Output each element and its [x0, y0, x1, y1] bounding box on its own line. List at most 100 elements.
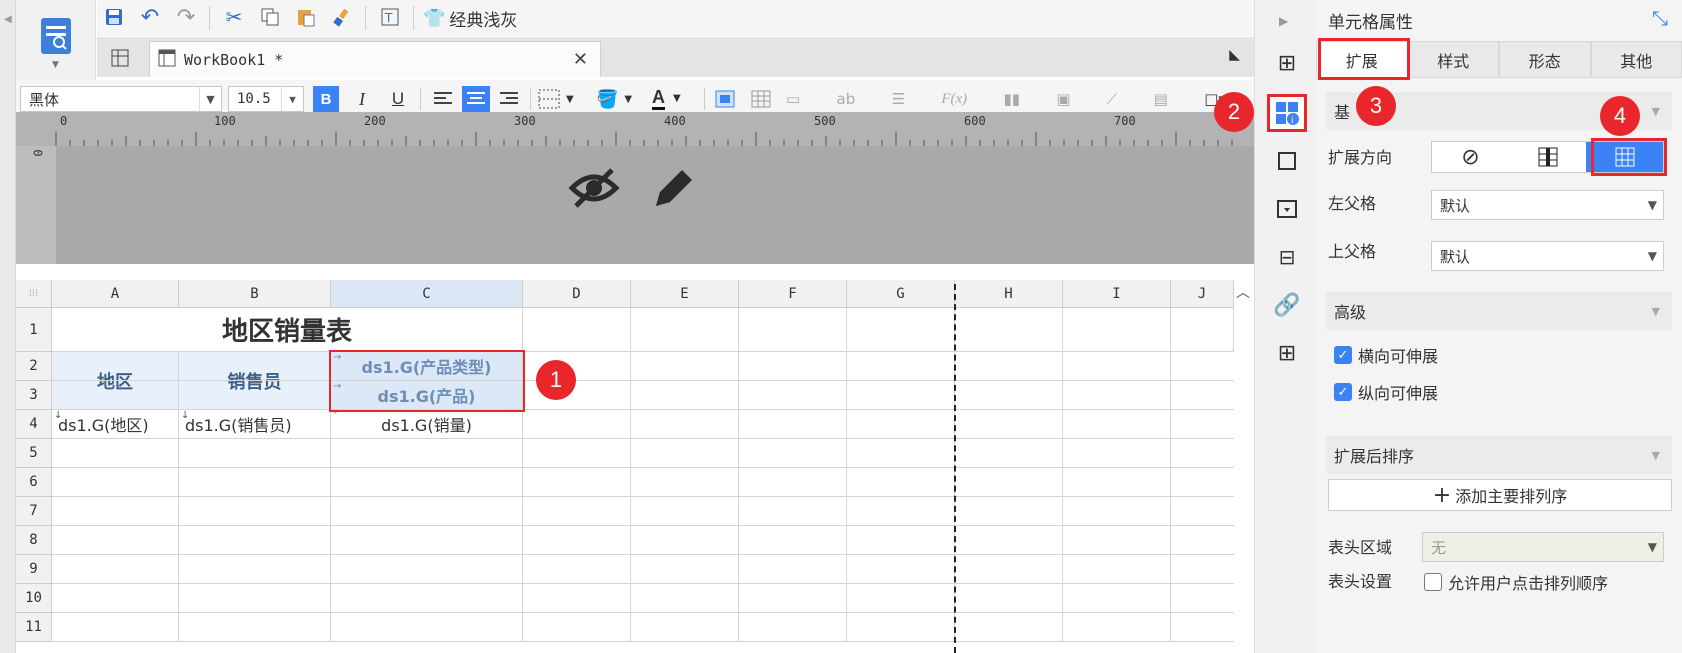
new-sheet-icon[interactable]: [107, 45, 133, 71]
sales-data-cell[interactable]: ds1.G(销量): [331, 410, 523, 439]
grid-cell[interactable]: [847, 308, 955, 352]
font-color-dropdown[interactable]: A ▼: [652, 84, 702, 112]
grid-cell[interactable]: [739, 308, 847, 352]
left-collapse-strip[interactable]: ◀: [0, 0, 16, 653]
header-salesperson-cell[interactable]: 销售员: [179, 352, 331, 410]
no-expand-option[interactable]: ⊘: [1432, 142, 1509, 172]
column-header-selected[interactable]: C: [331, 280, 523, 308]
tab-menu-icon[interactable]: ◣: [1229, 47, 1240, 63]
column-header[interactable]: G: [847, 280, 955, 308]
paste-icon[interactable]: [293, 4, 319, 30]
column-header[interactable]: D: [523, 280, 631, 308]
edit-pencil-icon[interactable]: [648, 162, 696, 214]
collapse-left-icon[interactable]: ◀: [4, 14, 12, 25]
column-header[interactable]: J: [1171, 280, 1234, 308]
align-right-icon[interactable]: [496, 86, 522, 112]
grid-cell[interactable]: [955, 308, 1063, 352]
underline-button[interactable]: U: [385, 86, 411, 112]
vertical-expand-option[interactable]: [1509, 142, 1586, 172]
scroll-up-icon[interactable]: ︿: [1236, 282, 1250, 302]
allow-click-sort-checkbox[interactable]: 允许用户点击排列顺序: [1424, 570, 1608, 594]
row-header[interactable]: 10: [16, 584, 52, 613]
slash-icon[interactable]: ⟋: [1107, 90, 1118, 108]
text-widget-icon[interactable]: ab: [837, 90, 856, 108]
left-parent-select[interactable]: 默认 ▼: [1431, 190, 1664, 220]
condition-attributes-icon[interactable]: ⊟: [1272, 242, 1302, 272]
theme-button[interactable]: 👕 经典浅灰: [423, 4, 517, 32]
align-left-icon[interactable]: [430, 86, 456, 112]
tab-other[interactable]: 其他: [1590, 41, 1682, 78]
cell-attributes-icon[interactable]: i: [1267, 94, 1307, 132]
add-sort-button[interactable]: + 添加主要排列序: [1328, 479, 1672, 511]
format-painter-icon[interactable]: [329, 4, 355, 30]
row-header[interactable]: 1: [16, 308, 52, 352]
row-header[interactable]: 3: [16, 381, 52, 410]
copy-icon[interactable]: [257, 4, 283, 30]
section-sort[interactable]: 扩展后排序 ▼: [1326, 436, 1672, 474]
ruler-tick-label: 500: [814, 114, 836, 128]
top-parent-select[interactable]: 默认 ▼: [1431, 241, 1664, 271]
row-header[interactable]: 5: [16, 439, 52, 468]
grid-cell[interactable]: [523, 308, 631, 352]
widget-icon[interactable]: [1272, 194, 1302, 224]
font-size-select[interactable]: 10.5 ▼: [228, 86, 304, 112]
align-center-icon[interactable]: [462, 86, 490, 112]
undo-icon[interactable]: ↶: [137, 4, 163, 30]
cut-icon[interactable]: ✂: [221, 4, 247, 30]
row-header[interactable]: 2: [16, 352, 52, 381]
column-header[interactable]: F: [739, 280, 847, 308]
select-all-corner[interactable]: ⁝⁝⁝: [16, 280, 52, 308]
column-header[interactable]: B: [179, 280, 331, 308]
list-widget-icon[interactable]: ☰: [892, 90, 905, 108]
column-header[interactable]: H: [955, 280, 1063, 308]
grid-cell[interactable]: [631, 308, 739, 352]
title-cell[interactable]: 地区销量表: [52, 308, 523, 352]
font-name-select[interactable]: 黑体 ▼: [20, 86, 222, 112]
close-tab-icon[interactable]: ✕: [573, 49, 588, 70]
column-header[interactable]: E: [631, 280, 739, 308]
border-dropdown[interactable]: ▼: [538, 86, 584, 112]
hide-eye-icon[interactable]: [568, 162, 620, 214]
row-header[interactable]: 8: [16, 526, 52, 555]
row-header[interactable]: 4: [16, 410, 52, 439]
document-icon[interactable]: ▤: [1154, 90, 1168, 108]
grid-cell-icon[interactable]: [748, 86, 774, 112]
header-area-select[interactable]: 无 ▼: [1422, 532, 1664, 562]
fill-color-dropdown[interactable]: 🪣 ▼: [596, 86, 642, 112]
pin-icon[interactable]: ⤡: [1652, 6, 1668, 30]
app-logo[interactable]: ▼: [16, 0, 96, 82]
cell-element-icon[interactable]: [1272, 146, 1302, 176]
header-region-cell[interactable]: 地区: [52, 352, 179, 410]
grid-cell[interactable]: [1063, 308, 1171, 352]
grid-cell[interactable]: [1171, 308, 1234, 352]
line-widget-icon[interactable]: ▭: [786, 90, 800, 108]
expand-panel-icon[interactable]: ▶: [1279, 14, 1288, 28]
row-header[interactable]: 6: [16, 468, 52, 497]
column-header[interactable]: I: [1063, 280, 1171, 308]
bar-chart-icon[interactable]: ▮▮: [1003, 90, 1020, 108]
widget-settings-icon[interactable]: ⊞: [1272, 48, 1302, 78]
formula-icon[interactable]: F(x): [941, 91, 967, 108]
template-settings-icon[interactable]: ⊞: [1272, 338, 1302, 368]
vertical-stretch-checkbox[interactable]: ✓ 纵向可伸展: [1334, 380, 1438, 404]
tab-style[interactable]: 样式: [1407, 41, 1499, 78]
italic-button[interactable]: I: [349, 86, 375, 112]
row-header[interactable]: 9: [16, 555, 52, 584]
insert-cell-icon[interactable]: [712, 86, 738, 112]
salesperson-data-cell[interactable]: ds1.G(销售员): [179, 410, 331, 439]
hyperlink-icon[interactable]: 🔗: [1272, 290, 1302, 320]
tab-shape[interactable]: 形态: [1499, 41, 1591, 78]
column-header[interactable]: A: [52, 280, 179, 308]
section-advanced[interactable]: 高级 ▼: [1326, 292, 1672, 330]
region-data-cell[interactable]: ds1.G(地区): [52, 410, 179, 439]
tab-workbook1[interactable]: WorkBook1 * ✕: [149, 41, 601, 77]
logo-dropdown-icon[interactable]: ▼: [52, 60, 59, 70]
redo-icon[interactable]: ↷: [173, 4, 199, 30]
row-header[interactable]: 11: [16, 613, 52, 642]
save-icon[interactable]: [101, 4, 127, 30]
bold-button[interactable]: B: [313, 86, 339, 112]
image-icon[interactable]: ▣: [1056, 90, 1070, 108]
text-frame-icon[interactable]: T: [377, 4, 403, 30]
row-header[interactable]: 7: [16, 497, 52, 526]
horizontal-stretch-checkbox[interactable]: ✓ 横向可伸展: [1334, 343, 1438, 367]
